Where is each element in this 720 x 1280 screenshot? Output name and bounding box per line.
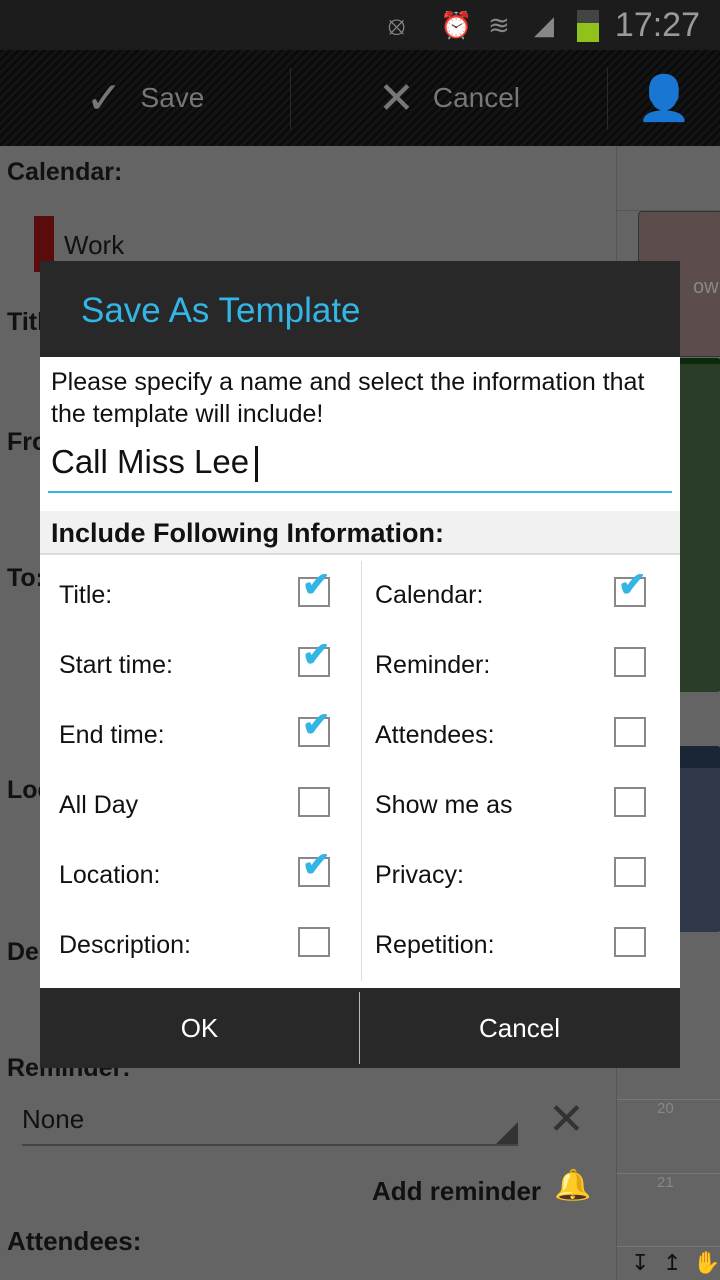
dialog-cancel-button[interactable]: Cancel	[360, 988, 679, 1068]
option-checkbox[interactable]: ✔	[298, 846, 331, 887]
option-label: Start time:	[59, 651, 173, 679]
option-checkbox[interactable]: ✔	[298, 636, 331, 677]
option-label: Title:	[59, 581, 113, 609]
option-label: Calendar:	[375, 581, 484, 609]
battery-icon	[577, 10, 599, 42]
save-as-template-dialog: Save As Template Please specify a name a…	[40, 261, 680, 1068]
remove-reminder-icon[interactable]: ✕	[548, 1094, 585, 1145]
alarm-icon: ⏰	[440, 10, 473, 40]
option-checkbox[interactable]	[614, 787, 646, 817]
option-row[interactable]: Show me as	[356, 771, 676, 841]
checkmark-icon: ✔	[302, 706, 331, 744]
option-checkbox[interactable]	[298, 787, 330, 817]
dialog-buttons: OK Cancel	[40, 988, 680, 1068]
reminder-value: None	[22, 1104, 85, 1134]
option-row[interactable]: Attendees:	[356, 701, 676, 771]
option-row[interactable]: All Day	[40, 771, 360, 841]
status-bar: ⦻ ⏰ ≋ ◢ 17:27	[0, 0, 720, 50]
clock: 17:27	[614, 6, 700, 44]
check-icon: ✓	[85, 73, 123, 123]
option-label: Reminder:	[375, 651, 491, 679]
dropdown-icon	[496, 1122, 518, 1144]
resize-up-icon[interactable]: ↥	[663, 1250, 681, 1276]
option-label: End time:	[59, 721, 165, 749]
option-row[interactable]: Calendar: ✔	[356, 561, 676, 631]
bell-plus-icon[interactable]: 🔔	[554, 1168, 591, 1203]
wifi-icon: ≋	[488, 10, 510, 40]
save-button[interactable]: ✓ Save	[0, 50, 290, 146]
option-checkbox[interactable]	[614, 717, 646, 747]
option-label: All Day	[59, 791, 139, 819]
hand-icon[interactable]: ✋	[693, 1250, 720, 1276]
option-checkbox[interactable]: ✔	[298, 566, 331, 607]
share-button[interactable]: 👤	[608, 50, 720, 146]
cancel-label: Cancel	[432, 82, 521, 113]
close-icon: ✕	[377, 73, 415, 123]
calendar-value[interactable]: Work	[64, 230, 124, 261]
checkmark-icon: ✔	[618, 566, 647, 604]
person-forward-icon: 👤	[636, 74, 692, 123]
dialog-title: Save As Template	[40, 261, 680, 357]
option-label: Repetition:	[375, 931, 495, 959]
option-checkbox[interactable]	[298, 927, 330, 957]
reminder-select[interactable]: None	[22, 1100, 518, 1146]
option-row[interactable]: Reminder:	[356, 631, 676, 701]
calendar-event[interactable]	[677, 358, 720, 692]
option-checkbox[interactable]: ✔	[614, 566, 647, 607]
section-header: Include Following Information:	[40, 511, 680, 555]
attendees-label: Attendees:	[7, 1226, 142, 1256]
left-options: Title: ✔ Start time: ✔ End time: ✔ All Day Loca…	[40, 561, 360, 981]
option-row[interactable]: Description:	[40, 911, 360, 981]
calendar-label: Calendar:	[7, 158, 123, 186]
option-checkbox[interactable]	[614, 647, 646, 677]
action-bar: ✓ Save ✕ Cancel 👤	[0, 50, 720, 146]
template-name-value: Call Miss Lee	[51, 443, 250, 480]
signal-icon: ◢	[534, 10, 554, 40]
right-options: Calendar: ✔ Reminder: Attendees: Show me as P…	[356, 561, 676, 981]
resize-down-icon[interactable]: ↧	[631, 1250, 649, 1276]
option-label: Location:	[59, 861, 161, 889]
mute-vibrate-icon: ⦻	[388, 10, 406, 40]
option-row[interactable]: Privacy:	[356, 841, 676, 911]
option-label: Show me as	[375, 791, 513, 819]
option-label: Attendees:	[375, 721, 495, 749]
checkmark-icon: ✔	[302, 566, 331, 604]
dialog-message: Please specify a name and select the inf…	[51, 368, 645, 428]
option-row[interactable]: Start time: ✔	[40, 631, 360, 701]
text-cursor	[255, 446, 259, 483]
option-checkbox[interactable]: ✔	[298, 706, 331, 747]
option-row[interactable]: Repetition:	[356, 911, 676, 981]
option-row[interactable]: End time: ✔	[40, 701, 360, 771]
cancel-button[interactable]: ✕ Cancel	[291, 50, 607, 146]
add-reminder-button[interactable]: Add reminder	[372, 1176, 541, 1207]
hour-label: 20	[657, 1100, 674, 1117]
checkmark-icon: ✔	[302, 846, 331, 884]
template-name-input[interactable]: Call Miss Lee	[48, 437, 672, 493]
checkmark-icon: ✔	[302, 636, 331, 674]
option-checkbox[interactable]	[614, 857, 646, 887]
option-row[interactable]: Title: ✔	[40, 561, 360, 631]
option-row[interactable]: Location: ✔	[40, 841, 360, 911]
save-label: Save	[140, 82, 205, 113]
option-label: Privacy:	[375, 861, 464, 889]
option-label: Description:	[59, 931, 191, 959]
calendar-event[interactable]	[677, 746, 720, 932]
option-checkbox[interactable]	[614, 927, 646, 957]
to-label: To:	[7, 564, 45, 592]
ok-button[interactable]: OK	[40, 988, 359, 1068]
hour-label: 21	[657, 1174, 674, 1191]
